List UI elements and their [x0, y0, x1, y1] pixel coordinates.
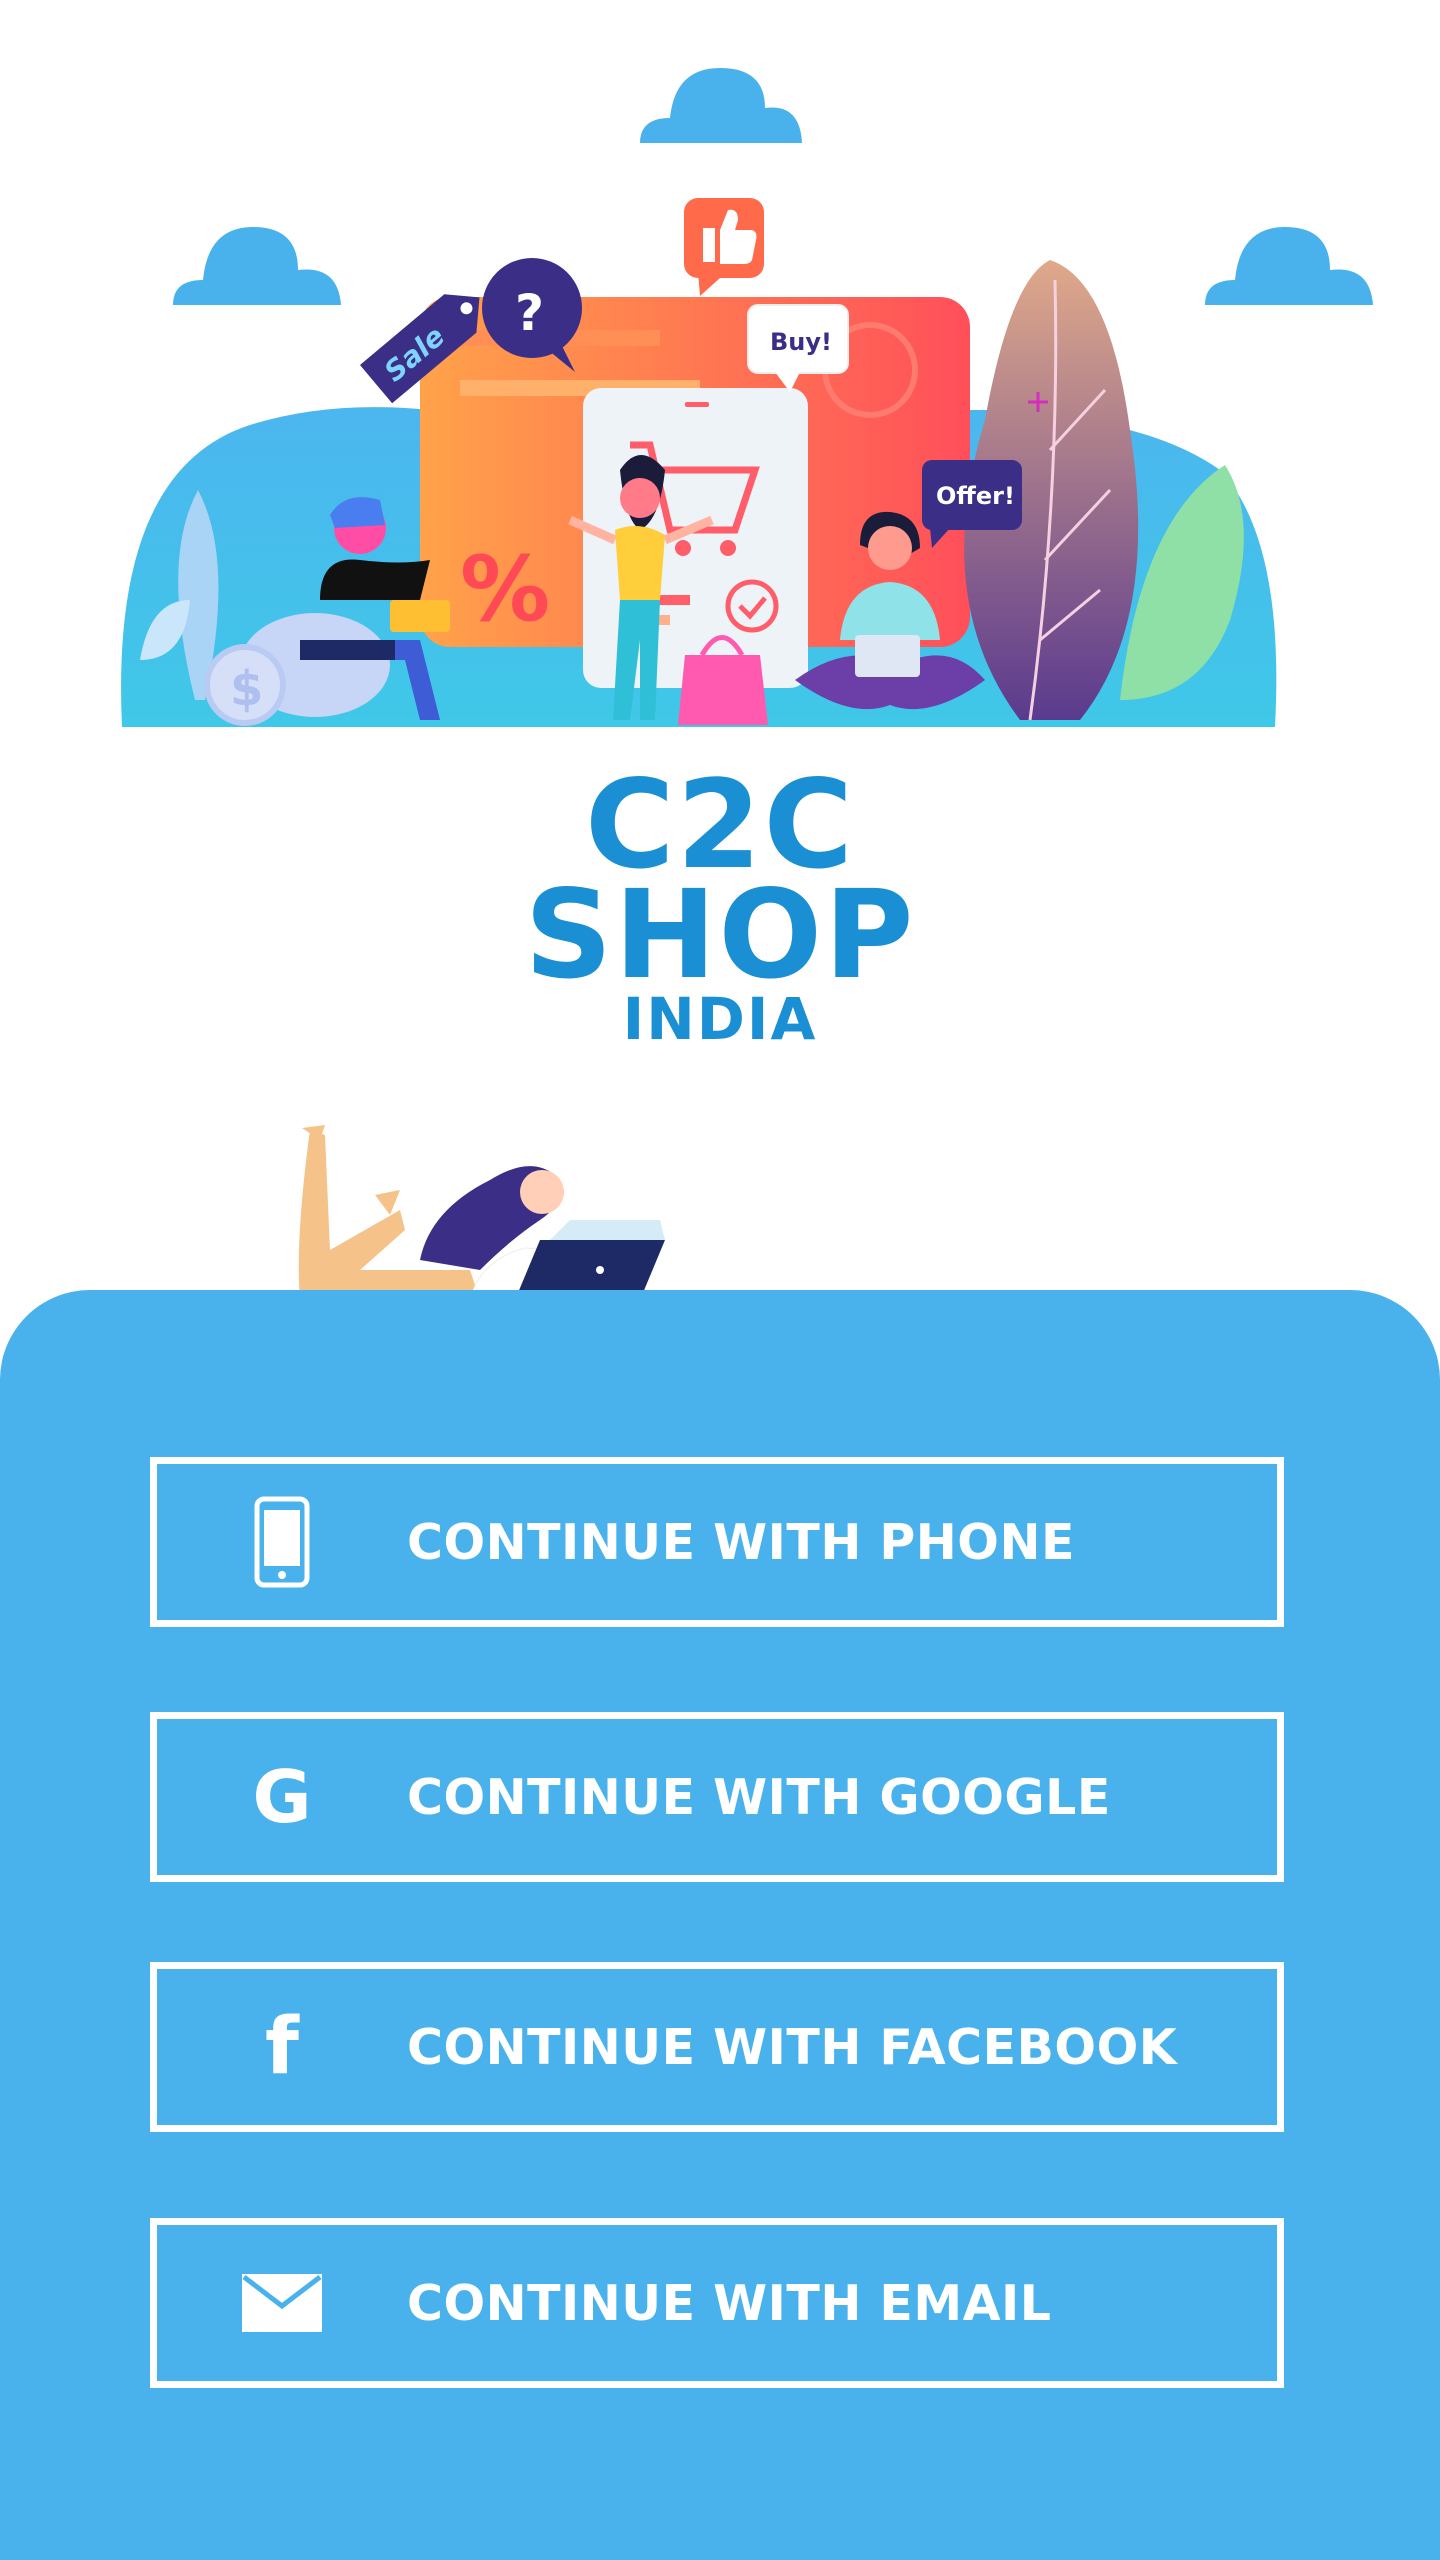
facebook-button-label: CONTINUE WITH FACEBOOK	[407, 2018, 1178, 2076]
svg-text:$: $	[230, 661, 263, 717]
google-button-label: CONTINUE WITH GOOGLE	[407, 1768, 1111, 1826]
brand-logo: C2C SHOP INDIA	[0, 764, 1440, 1054]
reading-woman-illustration	[298, 1125, 665, 1300]
mail-icon	[217, 2274, 347, 2332]
facebook-icon: f	[265, 2002, 299, 2092]
buy-text: Buy!	[770, 328, 832, 356]
offer-text: Offer!	[936, 482, 1015, 510]
brand-line-india: INDIA	[622, 985, 818, 1053]
svg-text:%: %	[460, 537, 550, 642]
continue-with-email-button[interactable]: CONTINUE WITH EMAIL	[150, 2218, 1284, 2388]
google-icon: G	[252, 1755, 312, 1839]
phone-icon	[217, 1496, 347, 1588]
continue-with-google-button[interactable]: G CONTINUE WITH GOOGLE	[150, 1712, 1284, 1882]
phone-button-label: CONTINUE WITH PHONE	[407, 1513, 1075, 1571]
shopping-illustration: % $ Sale ? Buy! Offer!	[121, 198, 1277, 727]
continue-with-phone-button[interactable]: CONTINUE WITH PHONE	[150, 1457, 1284, 1627]
email-button-label: CONTINUE WITH EMAIL	[407, 2274, 1052, 2332]
brand-line-shop: SHOP	[524, 864, 916, 1006]
continue-with-facebook-button[interactable]: f CONTINUE WITH FACEBOOK	[150, 1962, 1284, 2132]
question-text: ?	[515, 284, 544, 342]
